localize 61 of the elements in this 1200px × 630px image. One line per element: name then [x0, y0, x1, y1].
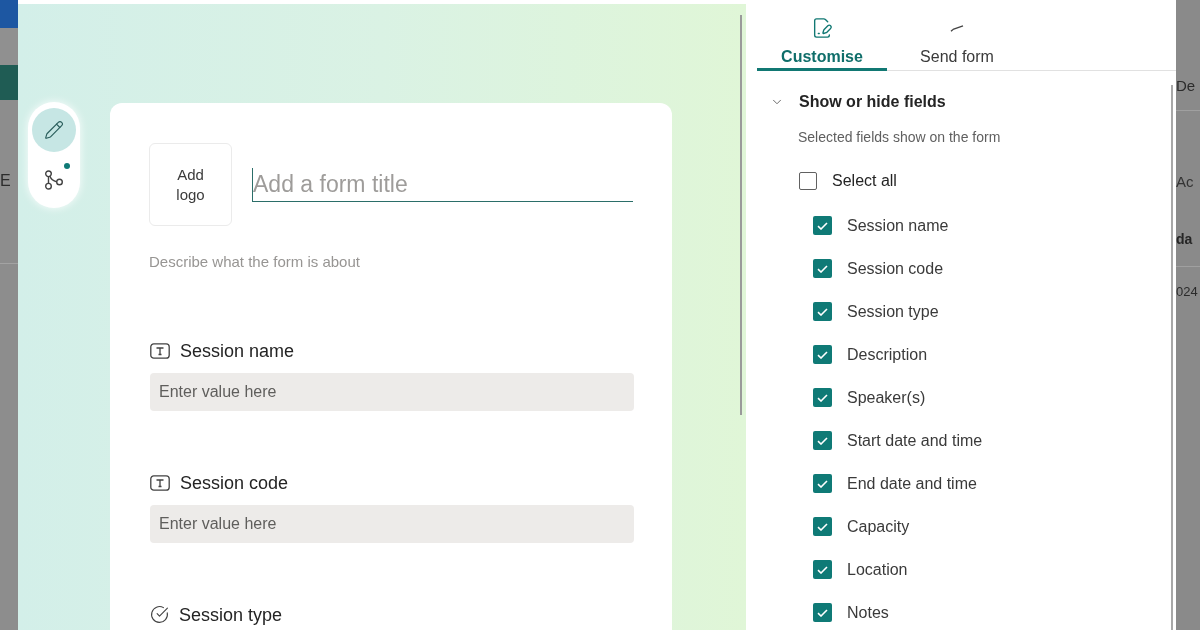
checkbox-label: Capacity — [847, 516, 910, 537]
checkbox[interactable] — [813, 345, 832, 364]
checkbox-label: End date and time — [847, 473, 977, 494]
check-icon — [817, 522, 828, 531]
check-circle-icon — [150, 605, 169, 624]
checkbox-label: Start date and time — [847, 430, 983, 451]
background-text: Ac — [1176, 173, 1195, 191]
checkbox-label: Select all — [832, 171, 897, 191]
tab[interactable]: Customise — [757, 0, 887, 71]
checkbox-label: Location — [847, 559, 908, 580]
check-icon — [817, 393, 828, 402]
checkbox[interactable] — [813, 560, 832, 579]
check-icon — [817, 307, 828, 316]
background-text: De — [1176, 77, 1197, 95]
check-icon — [817, 221, 828, 230]
form-description-field[interactable]: Describe what the form is about — [149, 249, 633, 273]
background-text: 024 — [1176, 283, 1199, 301]
check-icon — [817, 436, 828, 445]
checkbox[interactable] — [813, 517, 832, 536]
checkbox-label: Session code — [847, 258, 944, 279]
scrollbar[interactable] — [740, 15, 742, 415]
section-hint: Selected fields show on the form — [798, 128, 1001, 147]
tab[interactable]: Send form — [887, 0, 1027, 71]
checkbox-label: Notes — [847, 602, 889, 623]
stroke-icon — [950, 24, 964, 32]
checkbox[interactable] — [813, 603, 832, 622]
checkbox-label: Session name — [847, 215, 949, 236]
check-icon — [817, 350, 828, 359]
checkbox[interactable] — [813, 216, 832, 235]
add-logo-button[interactable]: Add logo — [149, 143, 232, 226]
form-title-field[interactable]: Add a form title — [252, 167, 633, 202]
scrollbar[interactable] — [1171, 85, 1173, 630]
section-title: Show or hide fields — [799, 92, 946, 112]
checkbox[interactable] — [813, 431, 832, 450]
app-command-bar — [0, 65, 18, 100]
check-icon — [817, 264, 828, 273]
question-label: Session code — [180, 471, 289, 495]
checkbox[interactable] — [813, 302, 832, 321]
check-icon — [817, 565, 828, 574]
background-text: E — [0, 171, 12, 191]
checkbox[interactable] — [813, 388, 832, 407]
checkbox[interactable] — [799, 172, 817, 190]
text-field-icon — [150, 342, 170, 359]
checkbox[interactable] — [813, 259, 832, 278]
app-header-bar — [0, 0, 18, 28]
input-field[interactable]: Enter value here — [150, 372, 634, 411]
input-field[interactable]: Enter value here — [150, 504, 634, 543]
document-pen-icon — [811, 17, 833, 39]
edit-button[interactable] — [32, 108, 76, 152]
question-label: Session type — [179, 603, 283, 627]
check-icon — [817, 479, 828, 488]
check-icon — [817, 608, 828, 617]
checkbox-label: Description — [847, 344, 928, 365]
question-label: Session name — [180, 339, 295, 363]
checkbox-label: Speaker(s) — [847, 387, 926, 408]
branch-icon — [44, 170, 64, 190]
background-text: da — [1176, 230, 1194, 248]
text-field-icon — [150, 474, 170, 491]
checkbox-label: Session type — [847, 301, 939, 322]
pencil-icon — [44, 120, 64, 140]
checkbox[interactable] — [813, 474, 832, 493]
